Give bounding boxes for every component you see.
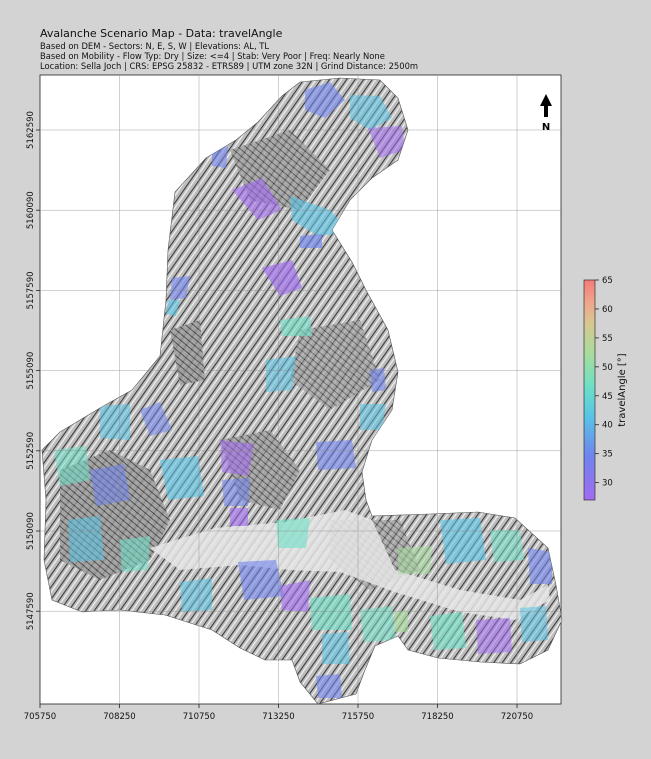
map-figure: 705750 708250 710750 713250 715750 718250 7207… — [24, 74, 628, 722]
y-axis: 5162590 5160090 5157590 5155090 5152590 51500… — [26, 111, 40, 630]
colorbar-tick-label: 60 — [602, 305, 613, 315]
colorbar-tick-label: 55 — [602, 334, 613, 344]
y-tick-label: 5157590 — [26, 271, 36, 309]
colorbar-tick-label: 45 — [602, 392, 613, 402]
x-tick-label: 720750 — [501, 712, 533, 722]
colorbar-tick-label: 35 — [602, 450, 613, 460]
x-tick-label: 708250 — [103, 712, 135, 722]
colorbar-ticks: 30 35 40 45 50 55 60 65 — [595, 276, 613, 489]
x-tick-label: 710750 — [183, 712, 215, 722]
colorbar-tick-label: 65 — [602, 276, 613, 286]
colorbar-tick-label: 40 — [602, 421, 613, 431]
y-tick-label: 5152590 — [26, 432, 36, 470]
colorbar-label: travelAngle [°] — [617, 353, 628, 427]
y-tick-label: 5150090 — [26, 512, 36, 550]
north-arrow-label: N — [542, 122, 550, 133]
colorbar-tick-label: 30 — [602, 479, 613, 489]
x-tick-label: 718250 — [421, 712, 453, 722]
colorbar — [583, 279, 596, 501]
y-tick-label: 5155090 — [26, 352, 36, 390]
x-tick-label: 713250 — [262, 712, 294, 722]
colorbar-tick-label: 50 — [602, 363, 613, 373]
y-tick-label: 5160090 — [26, 191, 36, 229]
y-tick-label: 5162590 — [26, 111, 36, 149]
y-tick-label: 5147590 — [26, 592, 36, 630]
x-axis: 705750 708250 710750 713250 715750 718250 7207… — [24, 704, 533, 722]
x-tick-label: 705750 — [24, 712, 56, 722]
x-tick-label: 715750 — [342, 712, 374, 722]
